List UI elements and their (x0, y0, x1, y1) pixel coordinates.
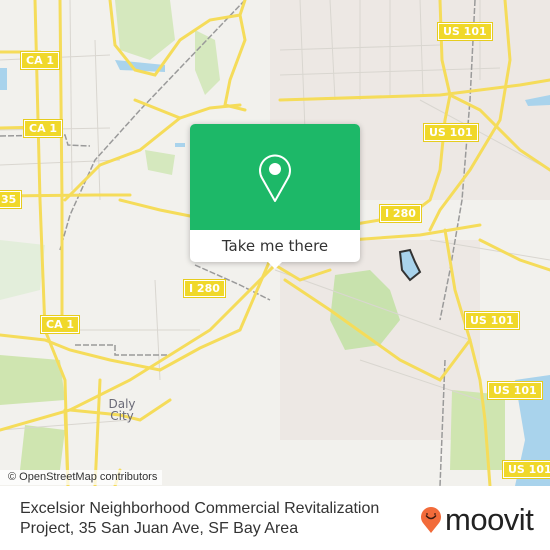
highway-shield-i280: I 280 (183, 279, 226, 298)
highway-shield-ca35: 35 (0, 190, 23, 209)
location-pin-icon (259, 154, 291, 202)
moovit-logo[interactable]: moovit (420, 502, 534, 537)
highway-shield-us101: US 101 (437, 22, 493, 41)
park-area (20, 425, 65, 470)
park-area (450, 390, 505, 470)
footer-bar: Excelsior Neighborhood Commercial Revita… (0, 486, 550, 550)
lake (0, 68, 7, 90)
road-19th-ave (58, 0, 64, 332)
park-area (145, 150, 175, 175)
map-view[interactable]: CA 1 CA 1 35 CA 1 US 101 US 101 US 101 U… (0, 0, 550, 486)
highway-shield-i280: I 280 (379, 204, 422, 223)
highway-shield-us101: US 101 (464, 311, 520, 330)
park-area (115, 0, 175, 60)
park-area (0, 355, 65, 405)
moovit-wordmark: moovit (445, 502, 534, 537)
park-area (0, 240, 45, 300)
moovit-pin-icon (421, 507, 441, 533)
highway-shield-us101: US 101 (423, 123, 479, 142)
take-me-there-button[interactable]: Take me there (190, 230, 360, 262)
map-attribution[interactable]: © OpenStreetMap contributors (0, 470, 163, 485)
highway-shield-us101: US 101 (502, 460, 550, 479)
popup-header (190, 124, 360, 230)
lake (175, 143, 185, 147)
park-area (195, 30, 220, 95)
city-label-daly-city: Daly City (108, 397, 136, 423)
place-title: Excelsior Neighborhood Commercial Revita… (20, 500, 380, 537)
popup-pointer (267, 261, 283, 269)
highway-shield-ca1: CA 1 (39, 315, 81, 334)
highway-shield-ca1: CA 1 (22, 119, 64, 138)
highway-shield-ca1: CA 1 (19, 51, 61, 70)
location-popup: Take me there (190, 124, 360, 269)
highway-shield-us101: US 101 (487, 381, 543, 400)
